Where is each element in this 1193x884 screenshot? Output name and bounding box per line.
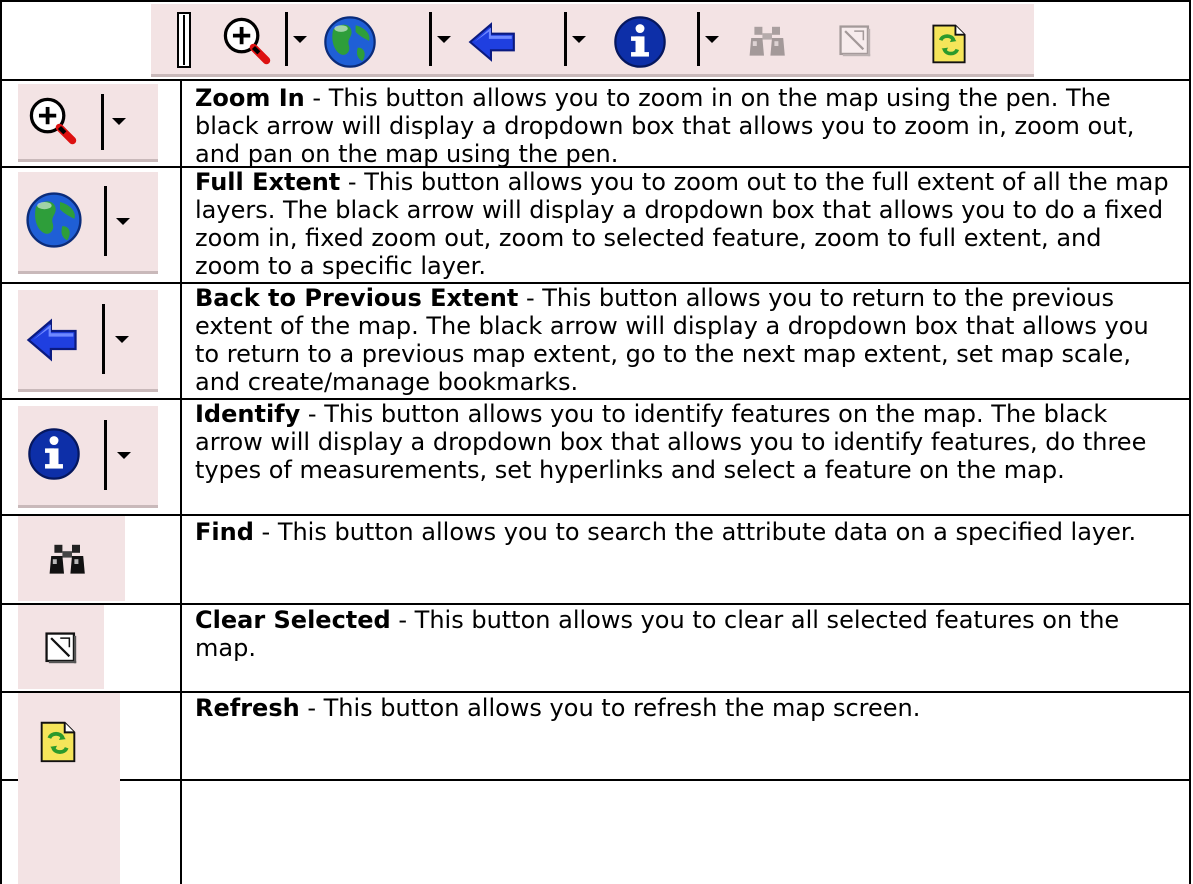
toolbar-handle-icon — [176, 12, 192, 68]
clear-selected-icon — [42, 629, 80, 667]
row-description: Find - This button allows you to search … — [195, 518, 1170, 546]
row-title: Full Extent — [195, 168, 341, 196]
back-extent-tile — [18, 290, 158, 390]
row-separator: - — [518, 284, 543, 312]
zoom-in-tile — [18, 84, 158, 160]
row-title: Zoom In — [195, 84, 305, 112]
row-title: Clear Selected — [195, 606, 391, 634]
tile-shadow — [18, 271, 158, 274]
table-row-divider — [0, 514, 1191, 516]
row-title: Refresh — [195, 694, 300, 722]
row-separator: - — [300, 400, 325, 428]
identify-icon[interactable] — [612, 14, 668, 70]
separator — [104, 420, 107, 490]
back-dropdown-arrow-icon[interactable] — [572, 36, 586, 43]
refresh-icon — [34, 715, 82, 767]
refresh-tile — [18, 693, 120, 884]
row-title: Find — [195, 518, 254, 546]
find-binoculars-icon[interactable] — [748, 22, 788, 62]
row-body: This button allows you to refresh the ma… — [323, 694, 921, 722]
table-row-divider — [0, 79, 1191, 81]
row-body: This button allows you to identify featu… — [195, 400, 1147, 484]
find-tile — [18, 516, 125, 601]
toolbar-separator — [285, 12, 288, 66]
toolbar-separator — [564, 12, 567, 66]
row-description: Zoom In - This button allows you to zoom… — [195, 84, 1170, 168]
row-separator: - — [390, 606, 415, 634]
row-body: This button allows you to zoom in on the… — [195, 84, 1135, 168]
row-description: Refresh - This button allows you to refr… — [195, 694, 1170, 722]
clear-selected-tile — [18, 605, 104, 689]
row-description: Identify - This button allows you to ide… — [195, 400, 1170, 484]
identify-tile — [18, 406, 158, 506]
table-row-divider — [0, 691, 1191, 693]
table-row-divider — [0, 603, 1191, 605]
zoom-in-icon[interactable] — [220, 14, 274, 68]
row-separator: - — [253, 518, 278, 546]
toolbar-separator — [697, 12, 700, 66]
table-column-divider — [180, 80, 182, 884]
toolbar-shadow — [151, 74, 1034, 77]
row-separator: - — [340, 168, 365, 196]
separator — [102, 304, 105, 374]
refresh-icon[interactable] — [926, 18, 972, 68]
back-arrow-icon — [22, 312, 82, 368]
separator — [104, 186, 107, 256]
full-extent-globe-icon — [24, 190, 84, 250]
toolbar-separator — [429, 12, 432, 66]
dropdown-arrow-icon — [117, 452, 131, 459]
separator — [101, 94, 104, 150]
full-extent-tile — [18, 172, 158, 272]
zoom-in-icon — [26, 94, 80, 148]
table-row-divider — [0, 779, 1191, 781]
identify-dropdown-arrow-icon[interactable] — [705, 36, 719, 43]
identify-icon — [26, 426, 82, 482]
full-extent-globe-icon[interactable] — [322, 14, 378, 70]
table-top-border — [0, 0, 1191, 2]
clear-selected-icon[interactable] — [836, 22, 874, 60]
extent-dropdown-arrow-icon[interactable] — [437, 36, 451, 43]
row-body: This button allows you to search the att… — [277, 518, 1137, 546]
dropdown-arrow-icon — [116, 218, 130, 225]
row-title: Back to Previous Extent — [195, 284, 519, 312]
dropdown-arrow-icon — [112, 118, 126, 125]
table-right-border — [1189, 0, 1191, 884]
find-binoculars-icon — [48, 540, 88, 580]
row-separator: - — [304, 84, 329, 112]
back-arrow-icon[interactable] — [464, 16, 520, 68]
row-separator: - — [299, 694, 324, 722]
tile-shadow — [18, 389, 158, 392]
toolbar-strip — [151, 4, 1034, 76]
row-title: Identify — [195, 400, 301, 428]
tile-shadow — [18, 505, 158, 508]
row-description: Back to Previous Extent - This button al… — [195, 284, 1170, 396]
tile-shadow — [18, 159, 158, 162]
row-description: Full Extent - This button allows you to … — [195, 168, 1170, 280]
zoom-dropdown-arrow-icon[interactable] — [293, 36, 307, 43]
row-description: Clear Selected - This button allows you … — [195, 606, 1170, 662]
dropdown-arrow-icon — [115, 336, 129, 343]
table-left-border — [0, 0, 2, 884]
